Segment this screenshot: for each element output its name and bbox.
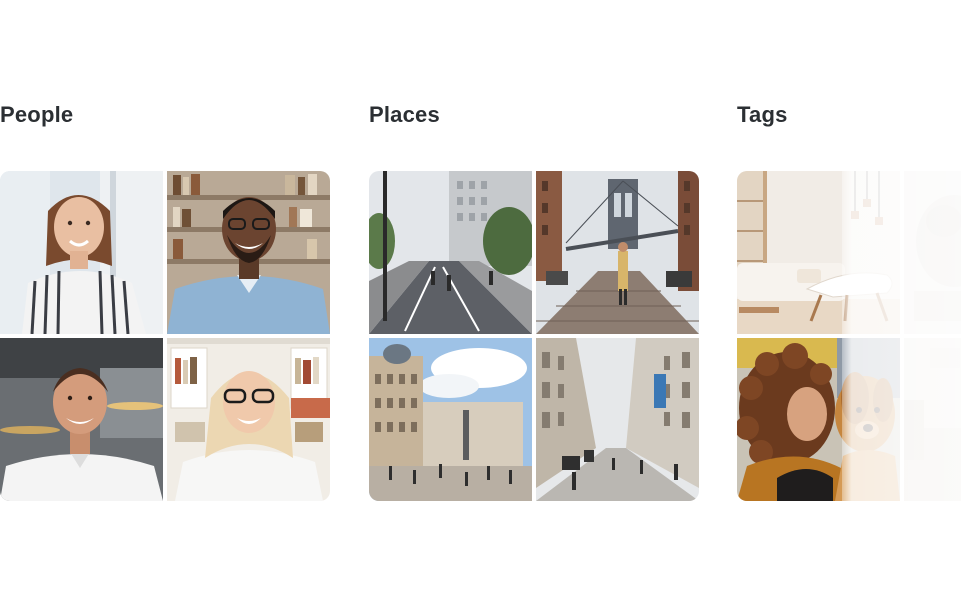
album-title-tags[interactable]: Tags bbox=[737, 100, 961, 130]
album-tags: Tags bbox=[737, 100, 961, 501]
photo-thumbnail[interactable] bbox=[737, 338, 900, 501]
tag-photo bbox=[904, 338, 961, 501]
person-photo bbox=[167, 171, 330, 334]
album-title-people[interactable]: People bbox=[0, 100, 330, 130]
albums-showcase: People Places Tags bbox=[0, 0, 961, 600]
tag-photo bbox=[737, 338, 900, 501]
person-photo bbox=[0, 171, 163, 334]
place-photo bbox=[536, 338, 699, 501]
photo-thumbnail[interactable] bbox=[167, 171, 330, 334]
place-photo bbox=[369, 171, 532, 334]
photo-thumbnail[interactable] bbox=[904, 338, 961, 501]
person-photo bbox=[0, 338, 163, 501]
photo-thumbnail[interactable] bbox=[737, 171, 900, 334]
place-photo bbox=[536, 171, 699, 334]
photo-thumbnail[interactable] bbox=[167, 338, 330, 501]
album-grid-tags[interactable] bbox=[737, 171, 961, 501]
place-photo bbox=[369, 338, 532, 501]
photo-thumbnail[interactable] bbox=[369, 171, 532, 334]
photo-thumbnail[interactable] bbox=[536, 171, 699, 334]
album-grid-places[interactable] bbox=[369, 171, 699, 501]
photo-thumbnail[interactable] bbox=[904, 171, 961, 334]
tag-photo bbox=[904, 171, 961, 334]
person-photo bbox=[167, 338, 330, 501]
photo-thumbnail[interactable] bbox=[536, 338, 699, 501]
album-people: People bbox=[0, 100, 330, 501]
album-title-places[interactable]: Places bbox=[369, 100, 699, 130]
photo-thumbnail[interactable] bbox=[0, 171, 163, 334]
photo-thumbnail[interactable] bbox=[369, 338, 532, 501]
photo-thumbnail[interactable] bbox=[0, 338, 163, 501]
album-grid-people[interactable] bbox=[0, 171, 330, 501]
album-places: Places bbox=[369, 100, 699, 501]
tag-photo bbox=[737, 171, 900, 334]
